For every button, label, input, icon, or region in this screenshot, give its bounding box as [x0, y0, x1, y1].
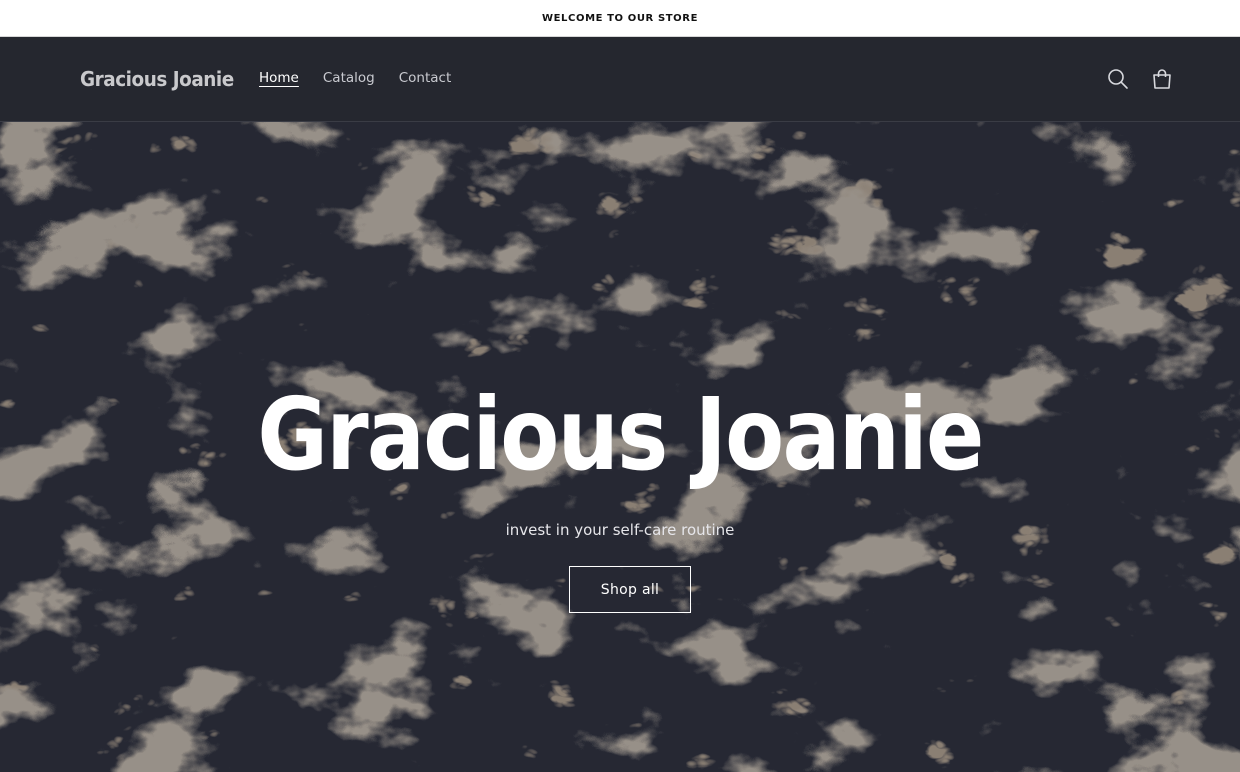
hero-subtitle: invest in your self-care routine	[505, 521, 735, 539]
hero-title: Gracious Joanie	[257, 376, 984, 493]
search-button[interactable]	[1104, 65, 1132, 93]
site-header: Gracious Joanie Home Catalog Contact	[0, 37, 1240, 122]
shop-all-label: Shop all	[600, 581, 660, 598]
store-logo[interactable]: Gracious Joanie	[80, 67, 234, 91]
nav-link-home[interactable]: Home	[259, 70, 299, 86]
announcement-bar: Welcome to our store	[0, 0, 1240, 37]
cart-icon	[1153, 69, 1171, 89]
hero-banner: Gracious Joanie invest in your self-care…	[0, 122, 1240, 772]
nav-link-catalog[interactable]: Catalog	[323, 70, 375, 86]
nav-link-contact[interactable]: Contact	[399, 70, 452, 86]
announcement-text: Welcome to our store	[542, 12, 698, 24]
main-nav: Home Catalog Contact	[259, 70, 451, 86]
shop-all-button[interactable]: Shop all	[569, 566, 691, 613]
cart-button[interactable]	[1148, 65, 1176, 93]
search-icon	[1108, 69, 1128, 89]
